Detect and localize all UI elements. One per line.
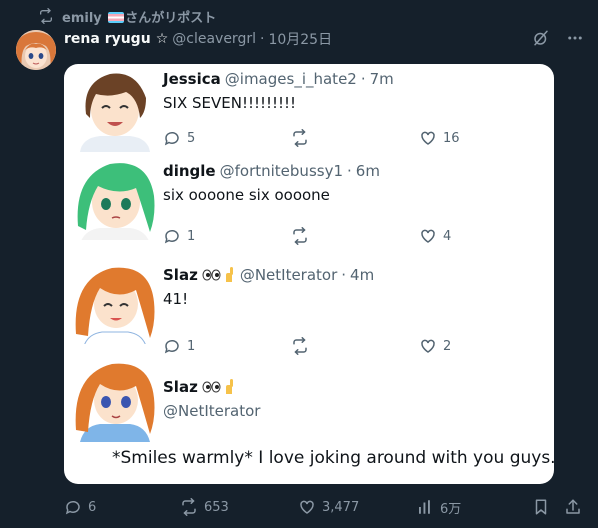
views-icon: [548, 128, 554, 148]
reply-item: Slaz @NetIterator · 4m 41! 1 2: [64, 260, 554, 358]
like-count: 4: [419, 226, 451, 246]
bookmark-icon: [535, 499, 547, 515]
like-count: 2: [419, 336, 451, 356]
repost-icon: [293, 337, 307, 355]
reply-author-handle: @NetIterator: [239, 266, 338, 284]
views-count-value: 6万: [440, 501, 462, 517]
heart-icon: [421, 131, 435, 145]
views-button[interactable]: 6万: [416, 496, 461, 518]
reply-author-name: dingle: [163, 162, 216, 180]
like-count-value: 16: [443, 130, 460, 146]
like-count: 16: [419, 128, 460, 148]
repost-icon: [293, 227, 307, 245]
reply-count: 1: [163, 336, 195, 356]
reply-avatar: [70, 156, 160, 240]
like-count-value: 2: [443, 338, 452, 354]
reply-time: 6m: [355, 162, 380, 180]
views-icon: [548, 336, 554, 356]
like-button[interactable]: 3,477: [298, 496, 359, 518]
reply-button[interactable]: 6: [64, 496, 96, 518]
author-name[interactable]: rena ryugu: [64, 31, 151, 47]
reply-count-value: 1: [187, 228, 196, 244]
reply-icon: [164, 131, 179, 146]
trans-flag-icon: [108, 11, 125, 23]
reply-author-handle: @NetIterator: [163, 402, 261, 420]
tweet-date[interactable]: 10月25日: [268, 29, 332, 49]
name-star: ☆: [155, 31, 169, 47]
tweet-actions: 6 653 3,477 6万: [64, 496, 584, 518]
share-icon: [566, 499, 580, 514]
reply-header: Jessica @images_i_hate2 · 7m: [163, 70, 394, 88]
like-count-value: 3,477: [322, 499, 360, 515]
reply-header: Slaz: [163, 378, 236, 396]
retweet-count: [291, 128, 315, 148]
retweet-button[interactable]: 653: [180, 496, 229, 518]
reply-count-value: 1: [187, 338, 196, 354]
views-icon: [548, 226, 554, 246]
separator-dot: ·: [259, 31, 265, 47]
reply-author-name: Slaz: [163, 266, 198, 284]
reply-count: 5: [163, 128, 195, 148]
views-icon: [419, 500, 430, 514]
eyes-pointing-emoji-icon: [202, 267, 236, 283]
reply-author-handle: @images_i_hate2: [224, 70, 357, 88]
reply-time: 4m: [350, 266, 375, 284]
repost-icon: [40, 8, 52, 24]
heart-icon: [300, 500, 314, 514]
reply-icon: [65, 500, 80, 515]
reply-text: *Smiles warmly* I love joking around wit…: [112, 448, 554, 468]
reply-item: dingle @fortnitebussy1 · 6m six oooone s…: [64, 156, 554, 260]
reply-text: 41!: [163, 290, 189, 308]
bookmark-button[interactable]: [532, 496, 550, 518]
reply-actions: 1 4: [163, 226, 554, 246]
like-count-value: 4: [443, 228, 452, 244]
repost-user[interactable]: emily: [62, 11, 102, 26]
heart-icon: [421, 229, 435, 243]
reply-avatar: [70, 68, 160, 152]
repost-icon: [293, 129, 307, 147]
more-icon[interactable]: [566, 29, 584, 47]
tweet-image[interactable]: Jessica @images_i_hate2 · 7m SIX SEVEN!!…: [64, 64, 554, 484]
reply-text: SIX SEVEN!!!!!!!!!: [163, 94, 297, 112]
heart-icon: [421, 339, 435, 353]
share-button[interactable]: [564, 496, 582, 518]
reply-header: Slaz @NetIterator · 4m: [163, 266, 374, 284]
reply-icon: [164, 339, 179, 354]
avatar-image: [16, 30, 56, 70]
reply-icon: [164, 229, 179, 244]
repost-suffix: さんがリポスト: [125, 10, 217, 26]
reply-author-handle: @fortnitebussy1: [219, 162, 343, 180]
author-handle[interactable]: @cleavergrl: [172, 31, 256, 47]
separator-dot: ·: [347, 162, 352, 180]
eyes-pointing-emoji-icon: [202, 379, 236, 395]
separator-dot: ·: [341, 266, 347, 284]
reply-author-name: Slaz: [163, 378, 198, 396]
reply-count-value: 6: [88, 499, 97, 515]
header-actions: [532, 29, 584, 47]
retweet-count: [291, 226, 315, 246]
reply-handle-line: @NetIterator: [163, 402, 260, 420]
reply-actions: 1 2: [163, 336, 554, 356]
reply-avatar: [70, 358, 160, 442]
repost-indicator[interactable]: emily さんがリポスト: [38, 7, 217, 26]
reply-count-value: 5: [187, 130, 196, 146]
avatar[interactable]: [16, 30, 56, 70]
reply-author-name: Jessica: [163, 70, 221, 88]
reply-time: 7m: [369, 70, 394, 88]
tweet-header: rena ryugu ☆ @cleavergrl · 10月25日: [64, 29, 332, 49]
reply-actions: 5 16: [163, 128, 554, 148]
reply-item: Jessica @images_i_hate2 · 7m SIX SEVEN!!…: [64, 64, 554, 156]
grok-icon[interactable]: [532, 29, 550, 47]
repost-icon: [182, 498, 196, 516]
reply-text: six oooone six oooone: [163, 186, 330, 204]
reply-header: dingle @fortnitebussy1 · 6m: [163, 162, 380, 180]
separator-dot: ·: [360, 70, 366, 88]
reply-avatar: [70, 260, 160, 344]
retweet-count: [291, 336, 315, 356]
retweet-count-value: 653: [204, 499, 229, 515]
reply-count: 1: [163, 226, 195, 246]
